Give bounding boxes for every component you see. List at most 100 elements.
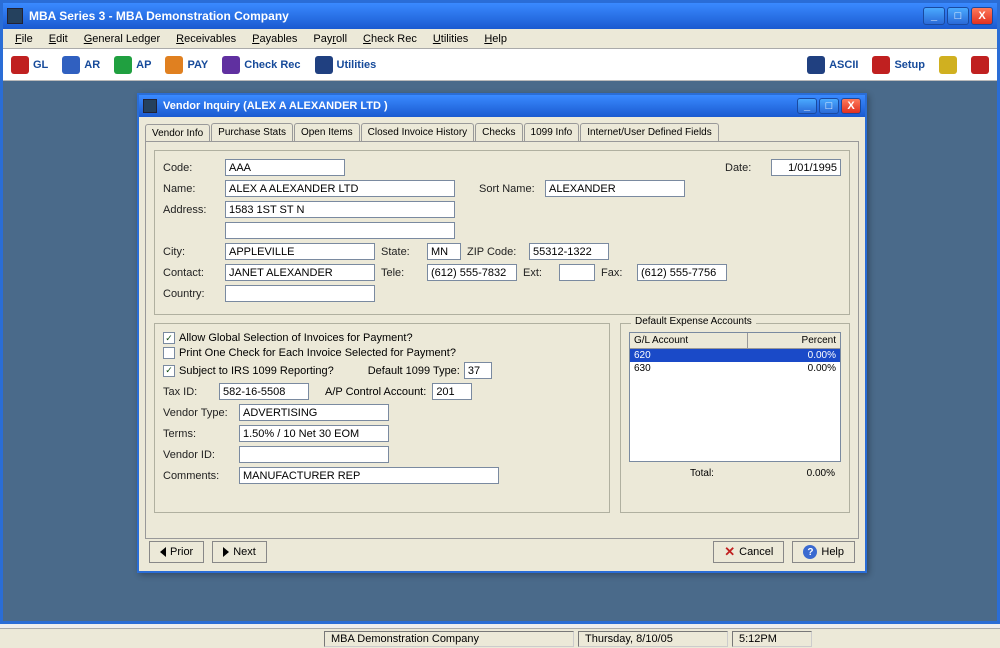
menu-help[interactable]: Help [478,31,513,47]
extra1-icon [939,56,957,74]
expense-table[interactable]: G/L Account Percent 6200.00% 6300.00% [629,332,841,462]
main-minimize-button[interactable]: _ [923,7,945,25]
tab-closed-invoice-history[interactable]: Closed Invoice History [361,123,474,141]
menu-edit[interactable]: Edit [43,31,74,47]
toolbar-setup[interactable]: Setup [872,56,925,74]
terms-field[interactable] [239,425,389,442]
menu-file[interactable]: File [9,31,39,47]
status-date: Thursday, 8/10/05 [578,631,728,647]
address2-field[interactable] [225,222,455,239]
setup-icon [872,56,890,74]
expense-total-label: Total: [629,468,775,479]
tab-checks[interactable]: Checks [475,123,522,141]
toolbar-ar[interactable]: AR [62,56,100,74]
ar-icon [62,56,80,74]
pay-icon [165,56,183,74]
address-label: Address: [163,204,219,216]
country-field[interactable] [225,285,375,302]
tele-label: Tele: [381,267,421,279]
main-close-button[interactable]: X [971,7,993,25]
print-one-label: Print One Check for Each Invoice Selecte… [179,347,456,359]
expense-row-1[interactable]: 6200.00% [630,349,840,362]
toolbar-pay[interactable]: PAY [165,56,208,74]
inquiry-button-bar: Prior Next ✕Cancel ?Help [149,541,855,563]
left-arrow-icon [160,547,166,557]
expense-group: Default Expense Accounts G/L Account Per… [620,323,850,513]
address1-field[interactable] [225,201,455,218]
menu-general-ledger[interactable]: General Ledger [78,31,166,47]
date-field[interactable] [771,159,841,176]
tab-vendor-info[interactable]: Vendor Info [145,124,210,142]
ascii-icon [807,56,825,74]
fax-field[interactable] [637,264,727,281]
tab-internet-user-defined[interactable]: Internet/User Defined Fields [580,123,719,141]
fax-label: Fax: [601,267,631,279]
ap-icon [114,56,132,74]
vendor-inquiry-window: Vendor Inquiry (ALEX A ALEXANDER LTD ) _… [137,93,867,573]
next-button[interactable]: Next [212,541,267,563]
subject-1099-label: Subject to IRS 1099 Reporting? [179,365,334,377]
sortname-field[interactable] [545,180,685,197]
menu-check-rec[interactable]: Check Rec [357,31,423,47]
main-titlebar: MBA Series 3 - MBA Demonstration Company… [3,3,997,29]
main-maximize-button[interactable]: □ [947,7,969,25]
inquiry-titlebar: Vendor Inquiry (ALEX A ALEXANDER LTD ) _… [139,95,865,117]
tab-1099-info[interactable]: 1099 Info [524,123,580,141]
menu-payables[interactable]: Payables [246,31,303,47]
default1099-label: Default 1099 Type: [368,365,460,377]
cancel-button[interactable]: ✕Cancel [713,541,784,563]
right-arrow-icon [223,547,229,557]
help-button[interactable]: ?Help [792,541,855,563]
toolbar-check-rec[interactable]: Check Rec [222,56,300,74]
menu-utilities[interactable]: Utilities [427,31,474,47]
allow-global-checkbox[interactable]: ✓ [163,332,175,344]
toolbar-extra1[interactable] [939,56,957,74]
zip-field[interactable] [529,243,609,260]
toolbar-utilities[interactable]: Utilities [315,56,377,74]
inquiry-close-button[interactable]: X [841,98,861,114]
code-field[interactable] [225,159,345,176]
country-label: Country: [163,288,219,300]
print-one-checkbox[interactable] [163,347,175,359]
taxid-field[interactable] [219,383,309,400]
toolbar-extra2[interactable] [971,56,989,74]
date-label: Date: [725,162,765,174]
expense-row-2[interactable]: 6300.00% [630,362,840,375]
apcontrol-field[interactable] [432,383,472,400]
city-field[interactable] [225,243,375,260]
sortname-label: Sort Name: [479,183,539,195]
toolbar: GL AR AP PAY Check Rec Utilities ASCII S… [3,49,997,81]
prior-button[interactable]: Prior [149,541,204,563]
vendor-settings-group: ✓ Allow Global Selection of Invoices for… [154,323,610,513]
inquiry-title: Vendor Inquiry (ALEX A ALEXANDER LTD ) [163,100,797,112]
toolbar-ap[interactable]: AP [114,56,151,74]
comments-field[interactable] [239,467,499,484]
name-field[interactable] [225,180,455,197]
app-title: MBA Series 3 - MBA Demonstration Company [29,9,923,23]
vendorid-field[interactable] [239,446,389,463]
vendorid-label: Vendor ID: [163,449,233,461]
code-label: Code: [163,162,219,174]
ext-label: Ext: [523,267,553,279]
ext-field[interactable] [559,264,595,281]
vendortype-field[interactable] [239,404,389,421]
menu-receivables[interactable]: Receivables [170,31,242,47]
tele-field[interactable] [427,264,517,281]
terms-label: Terms: [163,428,233,440]
utilities-icon [315,56,333,74]
city-label: City: [163,246,219,258]
tab-purchase-stats[interactable]: Purchase Stats [211,123,293,141]
state-field[interactable] [427,243,461,260]
extra2-icon [971,56,989,74]
contact-field[interactable] [225,264,375,281]
tab-open-items[interactable]: Open Items [294,123,360,141]
subject-1099-checkbox[interactable]: ✓ [163,365,175,377]
menu-payroll[interactable]: Payroll [307,31,353,47]
app-icon [7,8,23,24]
expense-col-gl: G/L Account [630,333,748,348]
inquiry-maximize-button[interactable]: □ [819,98,839,114]
toolbar-ascii[interactable]: ASCII [807,56,858,74]
inquiry-minimize-button[interactable]: _ [797,98,817,114]
toolbar-gl[interactable]: GL [11,56,48,74]
default1099-field[interactable] [464,362,492,379]
